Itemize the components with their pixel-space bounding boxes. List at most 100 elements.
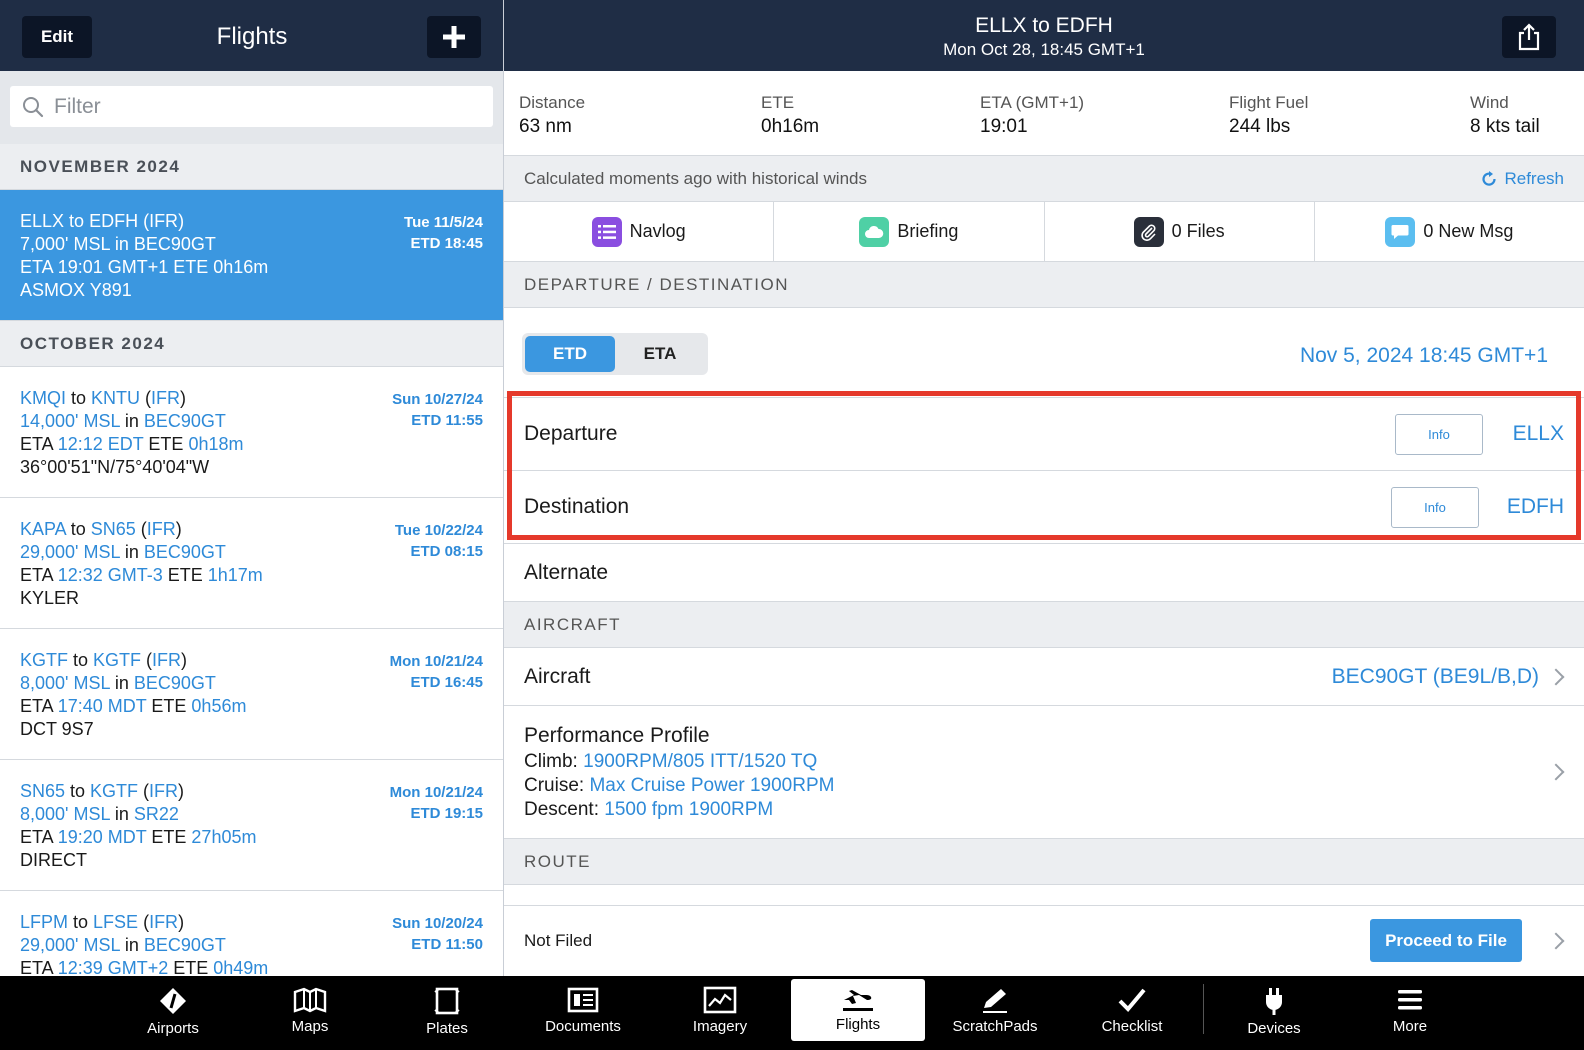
add-flight-button[interactable] (427, 16, 481, 58)
departure-time-value[interactable]: Nov 5, 2024 18:45 GMT+1 (1300, 344, 1548, 368)
alternate-row[interactable]: Alternate (504, 544, 1584, 602)
tab-more[interactable]: More (1343, 976, 1477, 1050)
eta-toggle-option[interactable]: ETA (615, 336, 705, 372)
list-icon (591, 216, 622, 247)
tab-checklist[interactable]: Checklist (1065, 976, 1199, 1050)
tab-separator (1203, 984, 1204, 1034)
filter-input[interactable] (54, 94, 454, 119)
performance-profile-row[interactable]: Performance Profile Climb: 1900RPM/805 I… (504, 706, 1584, 839)
departure-code[interactable]: ELLX (1513, 422, 1564, 446)
eta-value: 12:39 GMT+2 (57, 958, 169, 976)
stat-eta: ETA (GMT+1) 19:01 (980, 93, 1085, 137)
flight-times-line: ETA 12:12 EDT ETE 0h18m (20, 434, 244, 454)
departure-row[interactable]: Departure Info ELLX (504, 398, 1584, 471)
flight-times-line: ETA 19:01 GMT+1 ETE 0h16m (20, 257, 269, 277)
flight-route-string: 36°00'51"N/75°40'04"W (20, 457, 210, 477)
flight-times-line: ETA 12:32 GMT-3 ETE 1h17m (20, 565, 263, 585)
tab-documents[interactable]: Documents (516, 976, 650, 1050)
flight-date-day: Sun 10/20/24 (392, 915, 483, 932)
filter-bar (0, 71, 503, 144)
climb-line: Climb: 1900RPM/805 ITT/1520 TQ (524, 751, 818, 772)
checkmark-icon (1118, 988, 1146, 1012)
alternate-label: Alternate (524, 560, 609, 584)
ete-value: 0h18m (188, 434, 244, 454)
proceed-to-file-button[interactable]: Proceed to File (1370, 919, 1522, 962)
destination-airport: LFSE (93, 912, 139, 932)
share-button[interactable] (1502, 16, 1556, 58)
altitude: 29,000' MSL (20, 935, 120, 955)
departure-info-button[interactable]: Info (1395, 414, 1483, 455)
descent-line: Descent: 1500 fpm 1900RPM (524, 799, 774, 820)
flight-rule: IFR (149, 781, 179, 801)
destination-code[interactable]: EDFH (1507, 495, 1564, 519)
tab-devices[interactable]: Devices (1207, 976, 1341, 1050)
eta-value: 17:40 MDT (57, 696, 147, 716)
flight-list-item[interactable]: KMQI to KNTU (IFR) 14,000' MSL in BEC90GT… (0, 367, 503, 498)
flight-etd: ETD 19:15 (410, 805, 483, 822)
tab-airports[interactable]: Airports (106, 976, 240, 1050)
altitude: 8,000' MSL (20, 673, 110, 693)
flight-date-day: Mon 10/21/24 (389, 784, 483, 801)
chevron-right-icon (1547, 668, 1565, 685)
tab-imagery[interactable]: Imagery (653, 976, 787, 1050)
departure-label: Departure (524, 422, 618, 445)
destination-airport: KNTU (91, 388, 141, 408)
aircraft-id: BEC90GT (143, 411, 226, 431)
altitude: 14,000' MSL (20, 411, 120, 431)
chevron-right-icon (1547, 932, 1565, 950)
month-header: OCTOBER 2024 (0, 321, 503, 367)
airport-icon (160, 988, 186, 1014)
tab-flights[interactable]: Flights (791, 979, 925, 1041)
bottom-tab-bar: Airports Maps Plates Documents Imagery F… (0, 976, 1584, 1050)
stat-flight-fuel: Flight Fuel 244 lbs (1229, 93, 1309, 137)
month-header: NOVEMBER 2024 (0, 144, 503, 190)
flight-etd: ETD 18:45 (410, 235, 483, 252)
flights-list-pane: Edit Flights NOVEMBER 2024ELLX to EDFH (… (0, 0, 504, 976)
section-route: ROUTE (504, 839, 1584, 885)
destination-info-button[interactable]: Info (1391, 487, 1479, 528)
files-button[interactable]: 0 Files (1045, 202, 1315, 261)
plug-icon (1266, 988, 1282, 1015)
tab-plates[interactable]: Plates (380, 976, 514, 1050)
pencil-icon (983, 989, 1007, 1013)
flight-list-item[interactable]: KAPA to SN65 (IFR) 29,000' MSL in BEC90GT… (0, 498, 503, 629)
departure-airport: KAPA (20, 519, 66, 539)
refresh-button[interactable]: Refresh (1480, 169, 1564, 189)
aircraft-id: SR22 (133, 804, 179, 824)
flight-list-item[interactable]: SN65 to KGTF (IFR) 8,000' MSL in SR22 ETA … (0, 760, 503, 891)
departure-airport: KGTF (20, 650, 68, 670)
filing-row: Not Filed Proceed to File (504, 905, 1584, 975)
briefing-button[interactable]: Briefing (774, 202, 1045, 261)
aircraft-id: BEC90GT (133, 234, 216, 254)
flights-header: Edit Flights (0, 0, 503, 71)
flight-times-line: ETA 19:20 MDT ETE 27h05m (20, 827, 257, 847)
detail-header: ELLX to EDFH Mon Oct 28, 18:45 GMT+1 (504, 0, 1584, 71)
aircraft-id: BEC90GT (133, 673, 216, 693)
destination-row[interactable]: Destination Info EDFH (504, 471, 1584, 544)
navlog-button[interactable]: Navlog (504, 202, 775, 261)
messages-button[interactable]: 0 New Msg (1315, 202, 1584, 261)
tab-maps[interactable]: Maps (243, 976, 377, 1050)
altitude: 7,000' MSL (20, 234, 110, 254)
destination-airport: KGTF (93, 650, 142, 670)
flight-date: Mon 10/21/24 ETD 16:45 (390, 651, 483, 693)
aircraft-row[interactable]: Aircraft BEC90GT (BE9L/B,D) (504, 648, 1584, 706)
departure-airport: KMQI (20, 388, 67, 408)
eta-value: 12:32 GMT-3 (57, 565, 163, 585)
tab-scratchpads[interactable]: ScratchPads (928, 976, 1062, 1050)
paperclip-icon (1133, 216, 1164, 247)
flight-route-string: ASMOX Y891 (20, 280, 132, 300)
flight-list-item[interactable]: ELLX to EDFH (IFR) 7,000' MSL in BEC90GT E… (0, 190, 503, 321)
aircraft-id: BEC90GT (143, 935, 226, 955)
flight-stats: Distance 63 nm ETE 0h16m ETA (GMT+1) 19:01 … (504, 71, 1584, 156)
calc-note: Calculated moments ago with historical w… (524, 168, 867, 188)
flight-groups: NOVEMBER 2024 ELLX to EDFH (IFR) 7,000' MS… (0, 144, 503, 976)
flight-list-item[interactable]: LFPM to LFSE (IFR) 29,000' MSL in BEC90GT… (0, 891, 503, 976)
section-departure-destination: DEPARTURE / DESTINATION (504, 262, 1584, 308)
ete-value: 1h17m (207, 565, 263, 585)
flight-list-item[interactable]: KGTF to KGTF (IFR) 8,000' MSL in BEC90GT E… (0, 629, 503, 760)
departure-airport: ELLX (20, 211, 65, 231)
cruise-line: Cruise: Max Cruise Power 1900RPM (524, 775, 835, 796)
etd-toggle-option[interactable]: ETD (525, 336, 615, 372)
flight-date-day: Tue 11/5/24 (404, 214, 483, 231)
